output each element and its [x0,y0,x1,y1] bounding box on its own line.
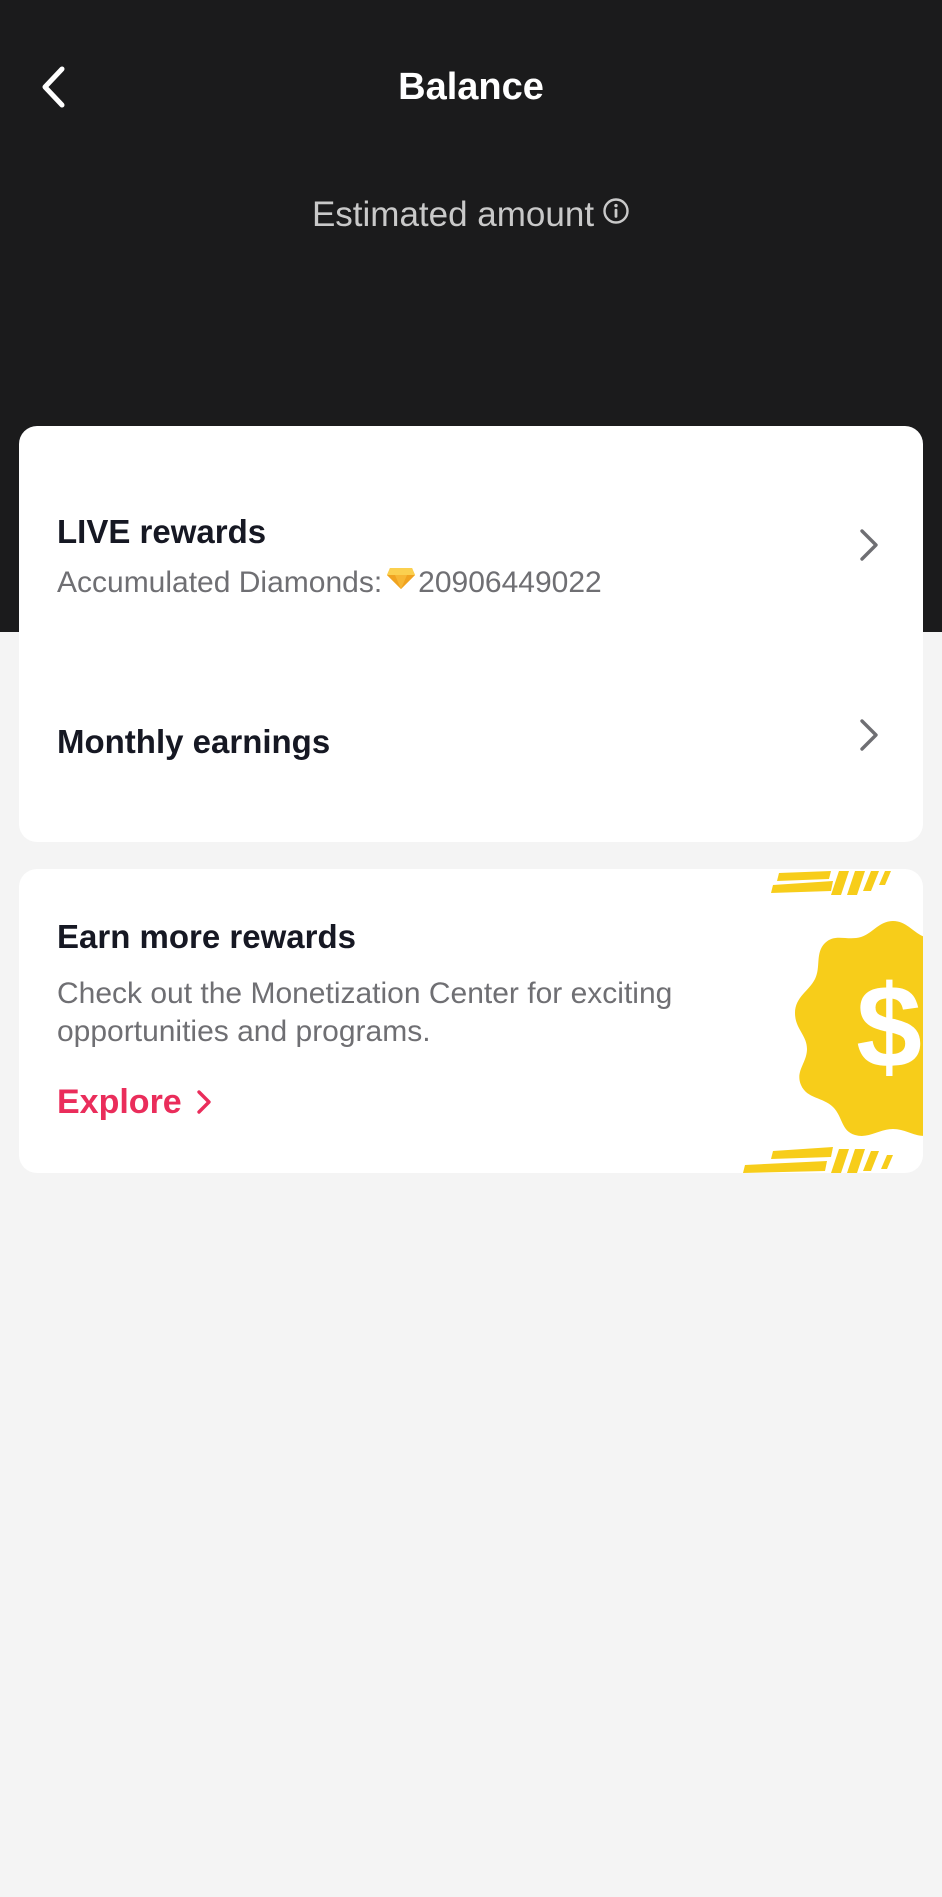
page-title: Balance [398,66,544,108]
svg-text:$: $ [856,961,922,1093]
accumulated-diamonds: Accumulated Diamonds: 20906449022 [57,562,602,605]
diamond-icon [386,560,416,602]
diamonds-value: 20906449022 [418,566,602,599]
earn-more-rewards-description: Check out the Monetization Center for ex… [57,977,673,1048]
rewards-card: LIVE rewards Accumulated Diamonds: 20906… [19,426,923,842]
dollar-coin-icon: $ [743,871,923,1173]
explore-link[interactable]: Explore [57,1079,212,1125]
monthly-earnings-title: Monthly earnings [57,723,331,760]
live-rewards-row[interactable]: LIVE rewards Accumulated Diamonds: 20906… [19,426,923,666]
explore-label: Explore [57,1083,182,1121]
chevron-right-icon [860,719,878,751]
chevron-right-icon [197,1090,211,1114]
estimated-amount: Estimated amount [0,190,942,242]
chevron-right-icon [860,529,878,561]
earn-more-rewards-card: Earn more rewards Check out the Monetiza… [19,869,923,1173]
live-rewards-title: LIVE rewards [57,513,267,550]
estimated-amount-label: Estimated amount [311,195,595,234]
info-icon[interactable] [602,189,630,239]
earn-more-rewards-title: Earn more rewards [57,918,356,955]
diamonds-label: Accumulated Diamonds: [57,566,383,599]
